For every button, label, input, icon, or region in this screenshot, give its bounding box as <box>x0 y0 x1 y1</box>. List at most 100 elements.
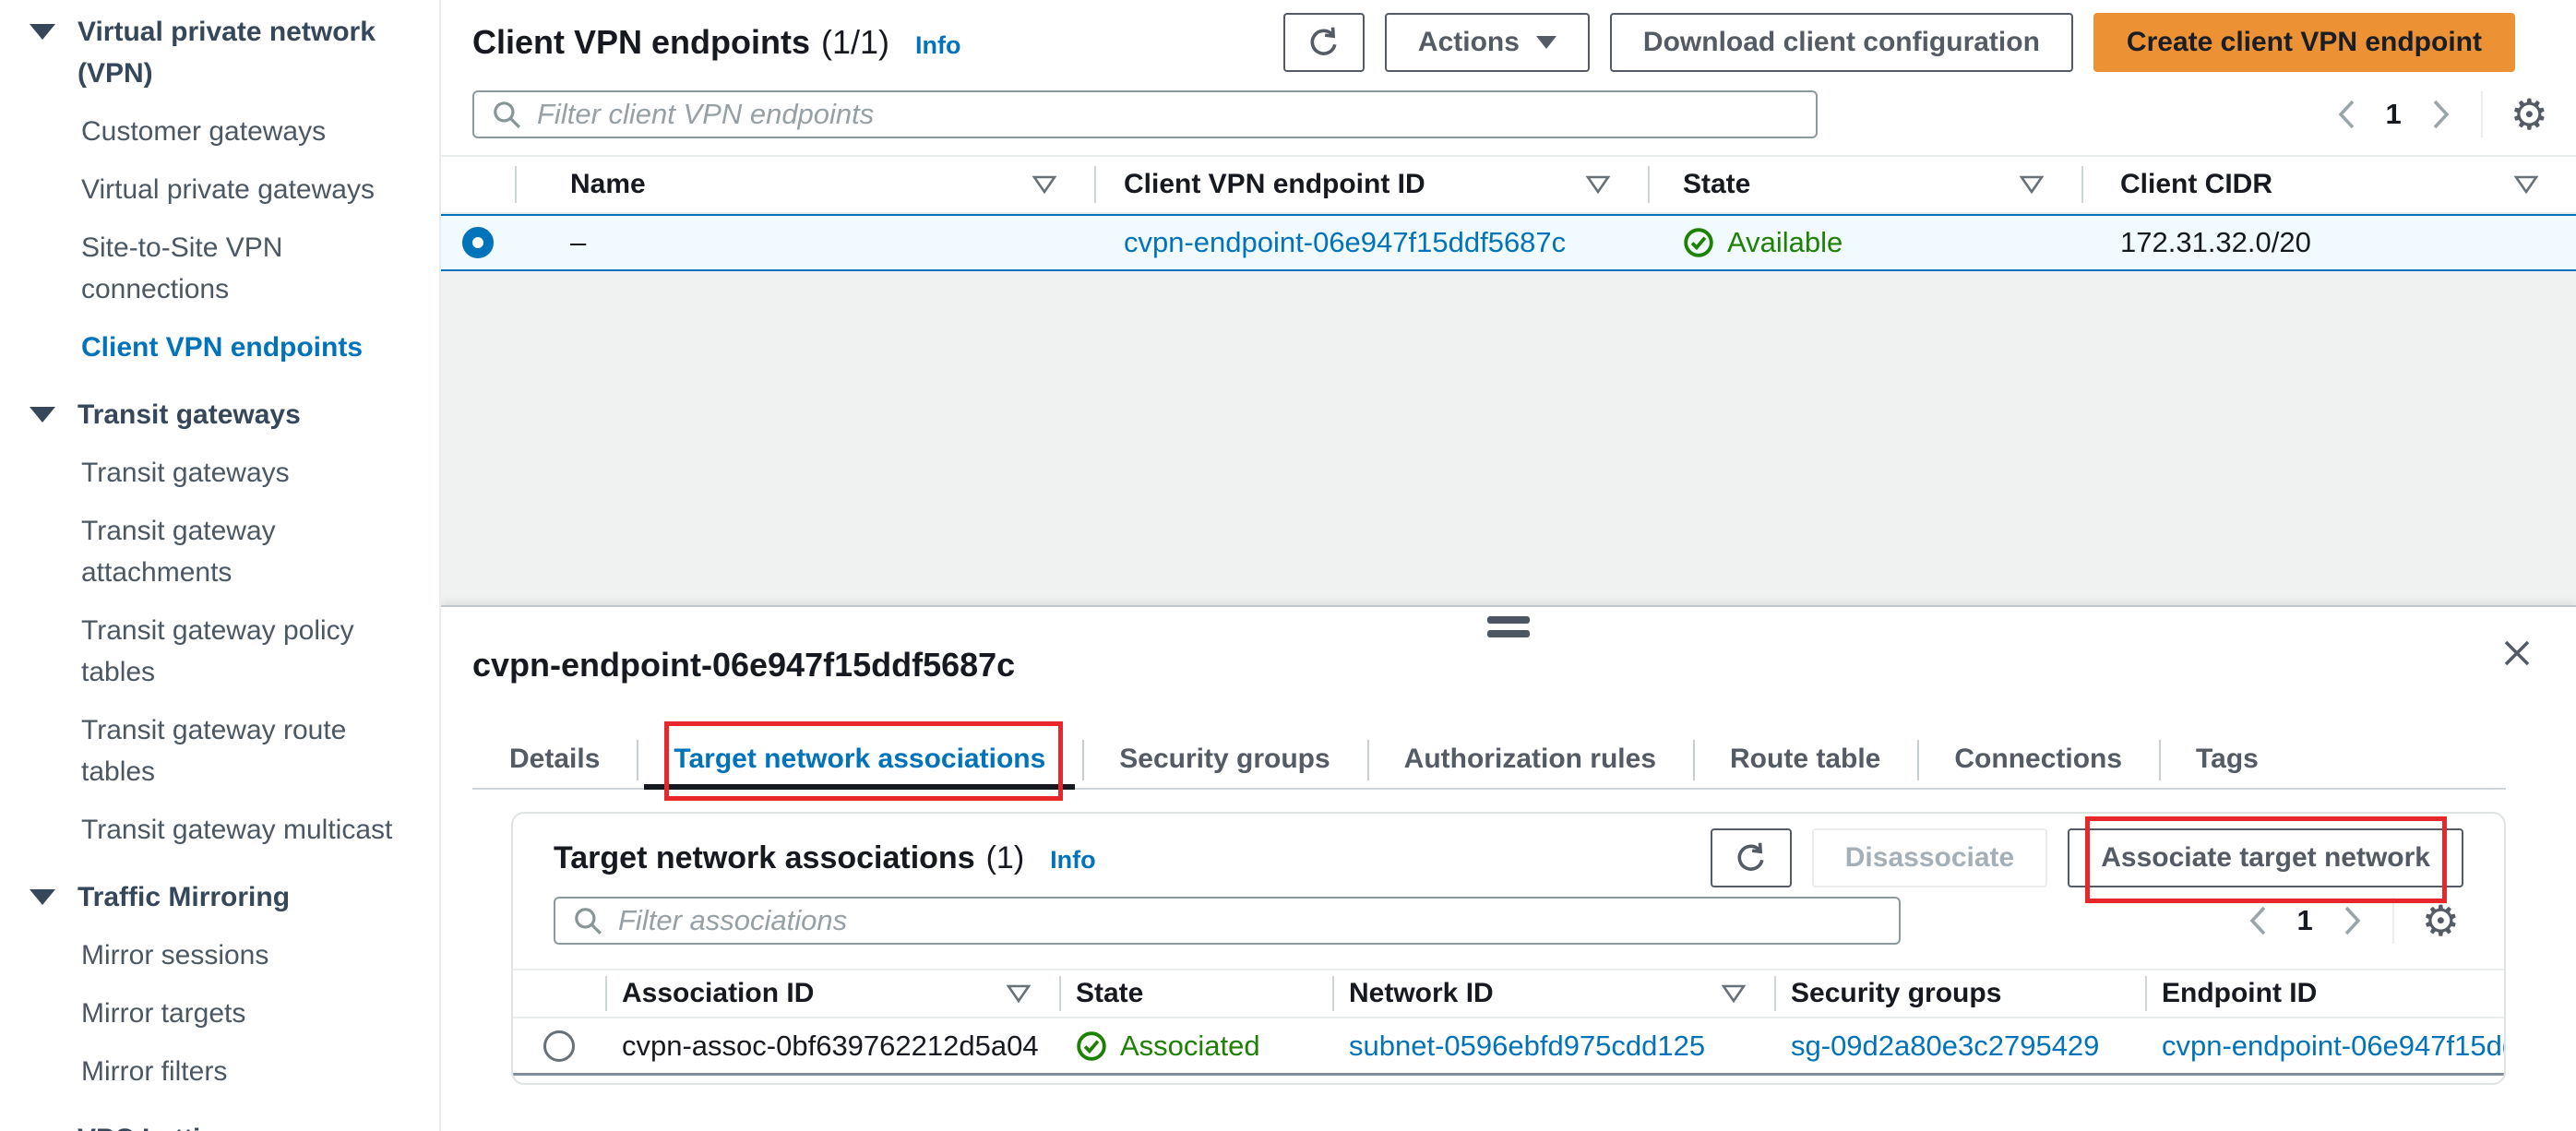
filter-icon[interactable] <box>1721 982 1747 1005</box>
column-header-state[interactable]: State <box>1059 970 1332 1017</box>
associate-target-network-button[interactable]: Associate target network <box>2068 828 2463 887</box>
chevron-down-icon <box>30 24 55 40</box>
actions-button[interactable]: Actions <box>1384 13 1590 72</box>
create-client-vpn-endpoint-button[interactable]: Create client VPN endpoint <box>2093 13 2515 72</box>
sidebar-item-transit-gateway-policy-tables[interactable]: Transit gateway policy tables <box>81 610 423 693</box>
filter-icon[interactable] <box>1585 173 1611 196</box>
select-column-header <box>441 157 515 212</box>
tab-security-groups[interactable]: Security groups <box>1082 731 1366 788</box>
endpoints-filter-box <box>472 90 1818 138</box>
filter-icon[interactable] <box>1006 982 1032 1005</box>
sidebar-item-site-to-site-vpn-connections[interactable]: Site-to-Site VPN connections <box>81 227 423 310</box>
next-page-icon[interactable] <box>2429 96 2453 133</box>
column-header-endpoint-id[interactable]: Client VPN endpoint ID <box>1094 157 1648 212</box>
tab-authorization-rules[interactable]: Authorization rules <box>1366 731 1693 788</box>
endpoints-filter-input[interactable] <box>537 98 1799 131</box>
associations-table-header: Association ID State Network ID Security… <box>513 969 2504 1018</box>
tab-target-network-associations[interactable]: Target network associations <box>637 731 1082 790</box>
column-header-endpoint-id[interactable]: Endpoint ID <box>2145 970 2504 1017</box>
disassociate-button[interactable]: Disassociate <box>1811 828 2048 887</box>
sidebar-section-header-vpc-lattice[interactable]: VPC Lattice <box>30 1118 423 1131</box>
sidebar-item-transit-gateways[interactable]: Transit gateways <box>81 452 423 494</box>
sidebar-section-header-vpn[interactable]: Virtual private network (VPN) <box>30 11 423 94</box>
column-header-name[interactable]: Name <box>515 157 1094 212</box>
column-label: Client CIDR <box>2120 169 2272 199</box>
column-header-security-groups[interactable]: Security groups <box>1774 970 2145 1017</box>
column-header-network-id[interactable]: Network ID <box>1332 970 1774 1017</box>
table-settings-gear-icon[interactable]: ⚙ <box>2510 93 2548 136</box>
associations-card: Target network associations (1) Info Dis… <box>511 812 2506 1085</box>
refresh-button[interactable] <box>1282 13 1365 72</box>
sidebar-item-mirror-sessions[interactable]: Mirror sessions <box>81 935 423 976</box>
section-header-label: Transit gateways <box>78 399 301 430</box>
sidebar-item-customer-gateways[interactable]: Customer gateways <box>81 111 423 152</box>
status-badge: Associated <box>1076 1030 1332 1063</box>
close-icon[interactable] <box>2498 635 2535 672</box>
tab-connections[interactable]: Connections <box>1917 731 2159 788</box>
page-title: Client VPN endpoints <box>472 23 811 61</box>
endpoint-id-link[interactable]: cvpn-endpoint-06e947f15ddf5687c <box>1124 226 1566 258</box>
sidebar-section-transit-gateways: Transit gateways Transit gateways Transi… <box>30 394 423 851</box>
column-label: Security groups <box>1791 978 2002 1008</box>
previous-page-icon[interactable] <box>2334 96 2358 133</box>
association-table-row[interactable]: cvpn-assoc-0bf639762212d5a04 Associated … <box>513 1018 2504 1076</box>
filter-icon[interactable] <box>2019 173 2045 196</box>
associate-label: Associate target network <box>2101 842 2430 873</box>
associations-refresh-button[interactable] <box>1710 828 1792 887</box>
tab-route-table[interactable]: Route table <box>1693 731 1917 788</box>
table-empty-area <box>441 271 2576 605</box>
filter-icon[interactable] <box>2513 173 2539 196</box>
refresh-icon <box>1737 842 1764 871</box>
download-client-configuration-button[interactable]: Download client configuration <box>1609 13 2073 72</box>
endpoint-id-link[interactable]: cvpn-endpoint-06e947f15ddf5687c <box>2162 1030 2504 1062</box>
column-header-state[interactable]: State <box>1648 157 2081 212</box>
sidebar-item-transit-gateway-route-tables[interactable]: Transit gateway route tables <box>81 709 423 792</box>
state-label: Associated <box>1120 1029 1260 1062</box>
state-label: Available <box>1727 226 1843 258</box>
section-header-label: Virtual private network (VPN) <box>78 17 376 89</box>
sidebar-item-mirror-targets[interactable]: Mirror targets <box>81 993 423 1034</box>
endpoint-name: – <box>570 226 587 258</box>
column-header-association-id[interactable]: Association ID <box>605 970 1059 1017</box>
filter-icon[interactable] <box>1032 173 1057 196</box>
column-label: Network ID <box>1349 978 1494 1008</box>
security-group-link[interactable]: sg-09d2a80e3c2795429 <box>1791 1030 2099 1062</box>
endpoint-table-row[interactable]: – cvpn-endpoint-06e947f15ddf5687c Availa… <box>441 214 2576 271</box>
previous-page-icon[interactable] <box>2246 902 2270 939</box>
sidebar-item-transit-gateway-attachments[interactable]: Transit gateway attachments <box>81 510 423 593</box>
current-page-number[interactable]: 1 <box>2297 904 2313 937</box>
sidebar-item-client-vpn-endpoints[interactable]: Client VPN endpoints <box>81 327 423 368</box>
pager-divider <box>2391 898 2394 944</box>
associations-filter-input[interactable] <box>618 904 1882 937</box>
sidebar-section-header-transit-gateways[interactable]: Transit gateways <box>30 394 423 435</box>
column-header-client-cidr[interactable]: Client CIDR <box>2081 157 2576 212</box>
detail-panel-title: cvpn-endpoint-06e947f15ddf5687c <box>472 646 1016 684</box>
select-column-header <box>513 970 605 1017</box>
table-settings-gear-icon[interactable]: ⚙ <box>2422 899 2460 942</box>
info-link[interactable]: Info <box>915 31 960 60</box>
client-cidr-value: 172.31.32.0/20 <box>2120 226 2311 258</box>
row-radio-unselected[interactable] <box>543 1030 575 1062</box>
sidebar-section-header-traffic-mirroring[interactable]: Traffic Mirroring <box>30 876 423 918</box>
sidebar-item-virtual-private-gateways[interactable]: Virtual private gateways <box>81 169 423 210</box>
info-link[interactable]: Info <box>1050 846 1095 875</box>
next-page-icon[interactable] <box>2341 902 2365 939</box>
panel-resize-handle[interactable] <box>1487 616 1530 637</box>
sidebar-item-transit-gateway-multicast[interactable]: Transit gateway multicast <box>81 809 423 851</box>
tab-details[interactable]: Details <box>472 731 637 788</box>
association-id-value: cvpn-assoc-0bf639762212d5a04 <box>622 1029 1039 1062</box>
main-content: Client VPN endpoints (1/1) Info Actions … <box>441 0 2576 1131</box>
pager-divider <box>2480 91 2483 137</box>
detail-panel: cvpn-endpoint-06e947f15ddf5687c Details … <box>441 605 2576 1131</box>
row-radio-selected[interactable] <box>462 227 494 258</box>
sidebar-item-mirror-filters[interactable]: Mirror filters <box>81 1051 423 1092</box>
tab-tags[interactable]: Tags <box>2159 731 2296 788</box>
current-page-number[interactable]: 1 <box>2386 98 2402 131</box>
network-id-link[interactable]: subnet-0596ebfd975cdd125 <box>1349 1030 1705 1062</box>
caret-down-icon <box>1535 36 1556 49</box>
column-label: State <box>1076 978 1144 1008</box>
check-circle-icon <box>1684 228 1713 257</box>
associations-filter-box <box>554 897 1901 945</box>
column-label: State <box>1683 169 1751 199</box>
download-label: Download client configuration <box>1642 27 2040 57</box>
